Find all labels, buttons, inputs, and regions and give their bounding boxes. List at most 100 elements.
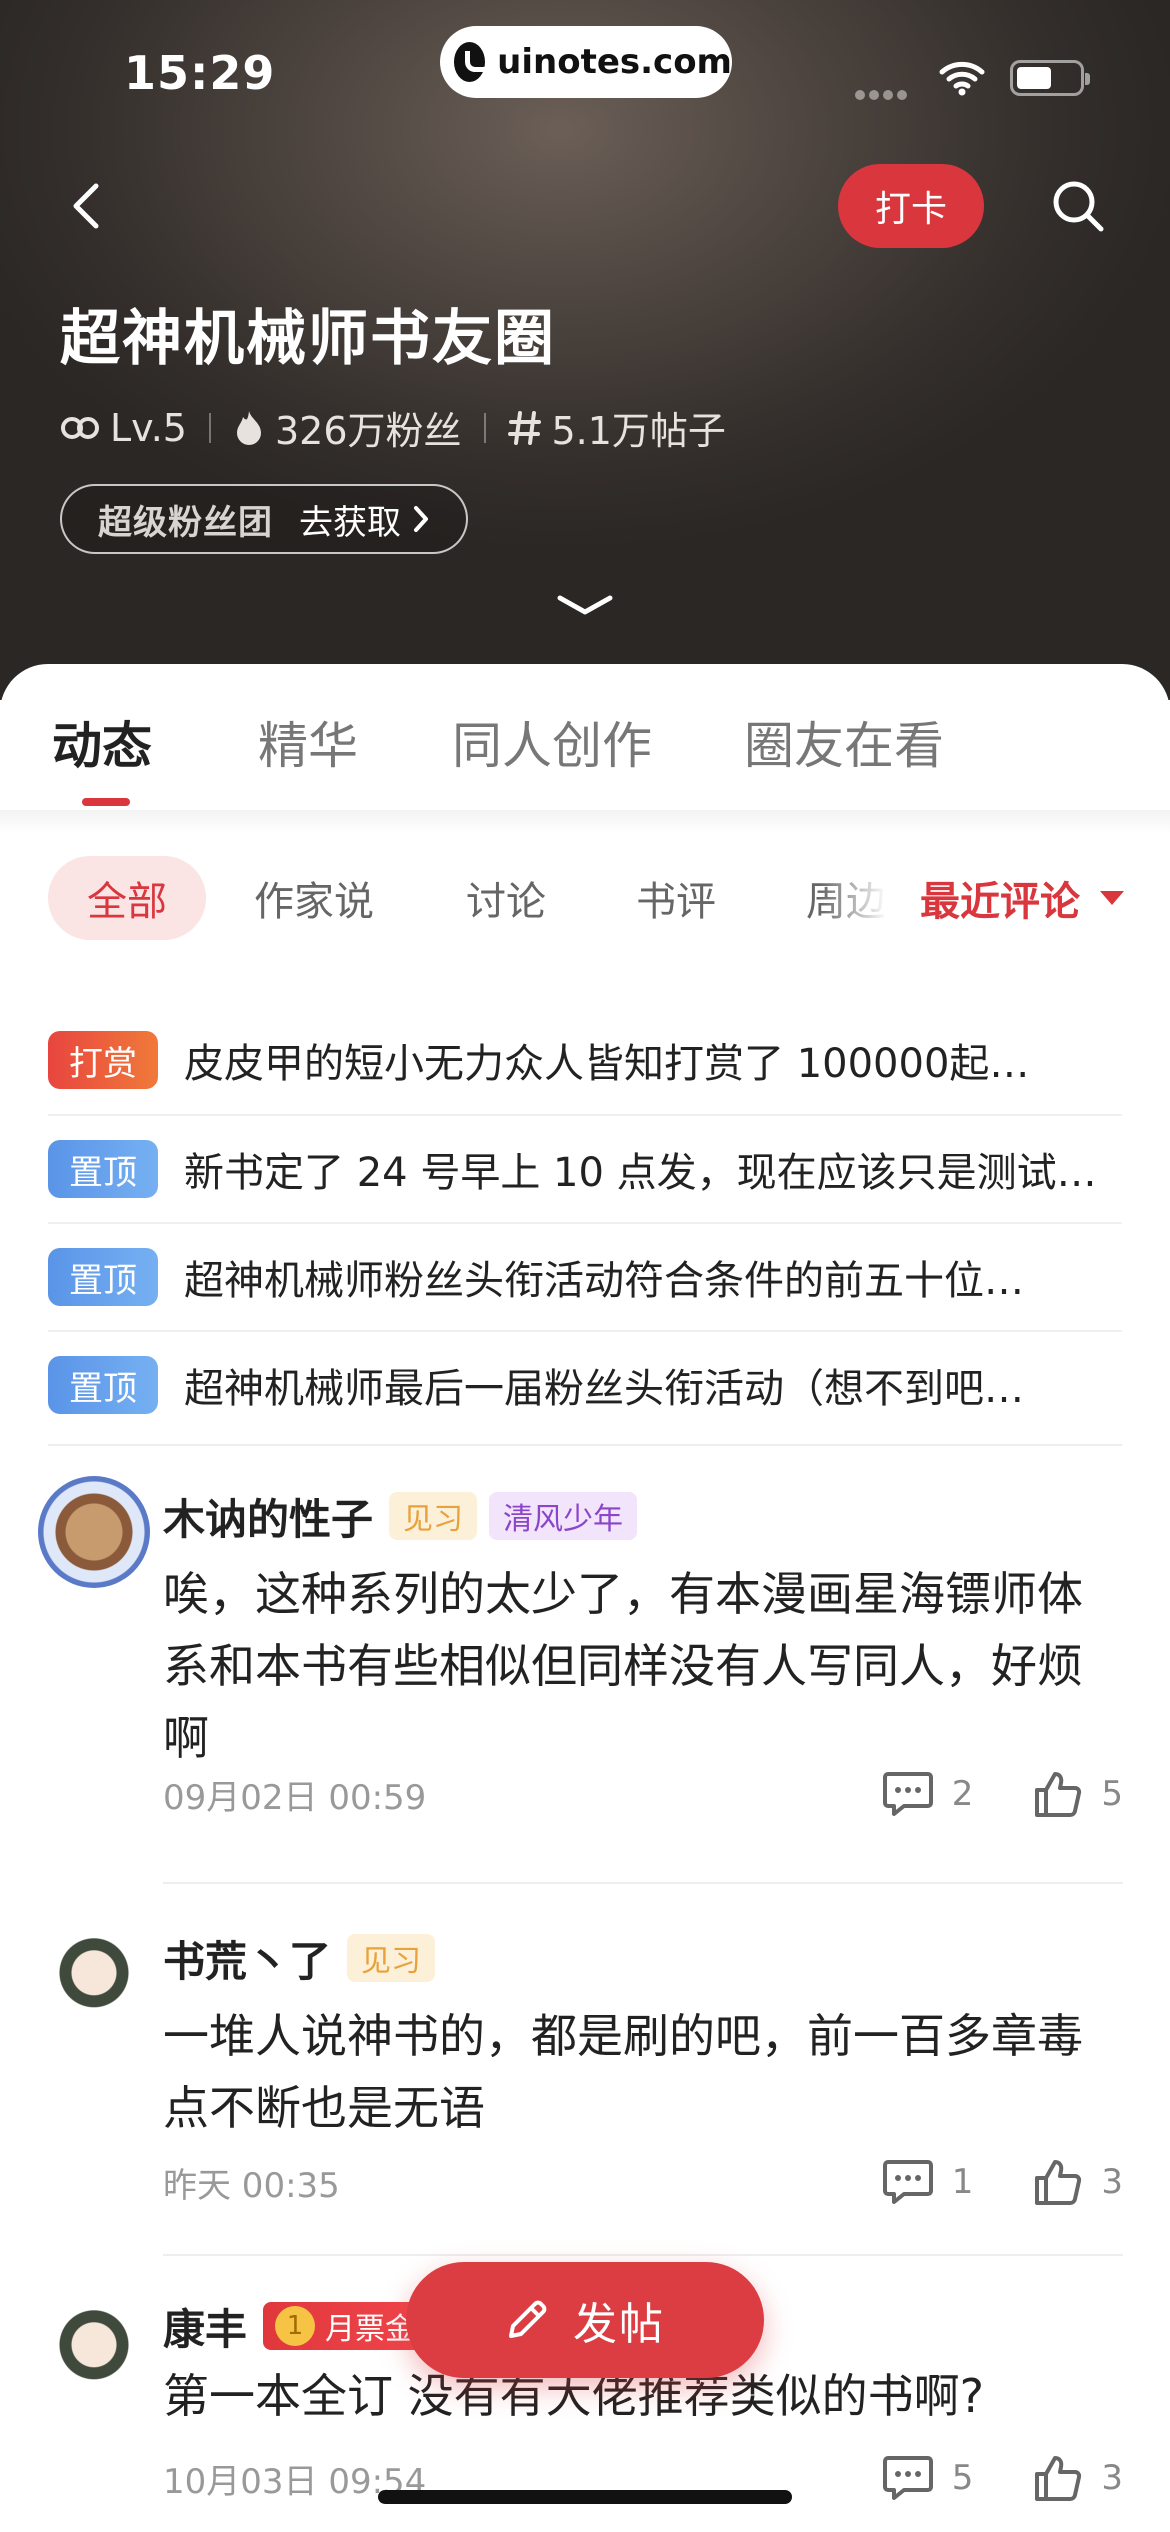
pinned-list: 打赏 皮皮甲的短小无力众人皆知打赏了 100000起… 置顶 新书定了 24 号… [48,1006,1122,1438]
pinned-tag: 置顶 [48,1140,158,1198]
pinned-tag: 置顶 [48,1248,158,1306]
like-button[interactable]: 3 [1033,2454,1123,2502]
post-actions: 2 5 [882,1764,1123,1824]
pinned-item[interactable]: 置顶 超神机械师最后一届粉丝头衔活动（想不到吧… [48,1330,1122,1438]
post-header: 书荒丶了 见习 [163,1928,447,1988]
sort-label: 最近评论 [920,879,1080,925]
username[interactable]: 书荒丶了 [163,1928,331,1989]
post-time: 昨天 00:35 [163,2165,340,2206]
pinned-item[interactable]: 置顶 超神机械师粉丝头衔活动符合条件的前五十位… [48,1222,1122,1330]
like-count: 5 [1101,1774,1123,1814]
post-actions: 1 3 [882,2152,1123,2212]
comment-count: 5 [951,2458,974,2498]
tab-featured[interactable]: 精华 [258,706,358,778]
title-badge: 清风少年 [489,1492,638,1540]
pinned-tag: 置顶 [48,1356,158,1414]
level-badge: 见习 [347,1934,436,1982]
fans-stat: 326万粉丝 [233,400,462,455]
flame-icon [236,410,261,445]
circle-stats: Lv.5 326万粉丝 5.1万帖子 [60,400,726,455]
fans-text: 326万粉丝 [274,409,462,453]
avatar[interactable] [38,1476,150,1588]
pinned-text: 皮皮甲的短小无力众人皆知打赏了 100000起… [184,1041,1030,1087]
hash-icon [507,410,541,445]
fan-club-label: 超级粉丝团 [98,502,273,543]
chevron-right-icon [414,506,428,532]
chevron-down-icon[interactable] [556,592,614,618]
like-count: 3 [1101,2458,1123,2498]
post-actions: 5 3 [882,2448,1123,2508]
circle-header: 15:29 uinotes.com 打卡 超神机械师书友圈 Lv.5 326万粉… [0,0,1170,700]
search-icon[interactable] [1048,176,1108,236]
fan-club-cta: 去获取 [299,502,401,543]
tab-dynamics[interactable]: 动态 [52,706,152,778]
post-content: 一堆人说神书的，都是刷的吧，前一百多章毒点不断也是无语 [163,2009,1083,2135]
pinned-text: 超神机械师粉丝头衔活动符合条件的前五十位… [184,1258,1024,1304]
monthly-ticket-badge: 1 月票金 [263,2302,430,2350]
filter-chip-author[interactable]: 作家说 [254,856,374,940]
comment-count: 1 [951,2162,974,2202]
tab-fan-creations[interactable]: 同人创作 [452,706,652,778]
comment-button[interactable]: 2 [882,1770,974,1818]
comment-button[interactable]: 1 [882,2158,974,2206]
cellular-signal-icon [855,85,911,104]
post-header: 木讷的性子 见习 清风少年 [163,1486,649,1546]
comment-icon [882,2456,933,2500]
filter-chip-all[interactable]: 全部 [48,856,206,940]
home-indicator [378,2490,792,2504]
level-stat: Lv.5 [60,406,187,450]
username[interactable]: 木讷的性子 [163,1486,373,1547]
comment-count: 2 [951,1774,974,1814]
filter-chip-review[interactable]: 书评 [636,856,716,940]
post-meta: 昨天 00:35 1 3 [163,2152,1123,2212]
pinned-item[interactable]: 打赏 皮皮甲的短小无力众人皆知打赏了 100000起… [48,1006,1122,1114]
url-pill[interactable]: uinotes.com [440,26,732,98]
tab-circle-reading[interactable]: 圈友在看 [744,706,944,778]
pencil-icon [509,2300,547,2338]
tab-bar-shadow [0,810,1170,834]
thumbs-up-icon [1035,2456,1082,2501]
pinned-text: 超神机械师最后一届粉丝头衔活动（想不到吧… [184,1366,1024,1412]
pinned-text: 新书定了 24 号早上 10 点发，现在应该只是测试… [184,1150,1097,1196]
like-button[interactable]: 5 [1033,1770,1123,1818]
caret-down-icon [1100,891,1124,905]
avatar[interactable] [38,2300,150,2412]
comment-icon [882,1772,933,1816]
level-icon [61,416,99,439]
comment-icon [882,2160,933,2204]
status-bar: 15:29 uinotes.com [0,0,1170,140]
post-divider [163,2254,1123,2256]
post-divider [163,1882,1123,1884]
level-text: Lv.5 [110,405,187,450]
new-post-label: 发帖 [573,2299,665,2350]
url-text: uinotes.com [497,42,732,82]
posts-stat: 5.1万帖子 [507,400,726,455]
post-meta: 09月02日 00:59 2 5 [163,1764,1123,1824]
status-time: 15:29 [124,46,276,100]
monthly-ticket-label: 月票金 [325,2312,416,2347]
page-title: 超神机械师书友圈 [60,304,556,374]
wifi-icon [939,61,985,96]
chip-fade [820,856,916,940]
filter-chips: 全部 作家说 讨论 书评 周边 最近评论 [0,856,1170,940]
checkin-button[interactable]: 打卡 [838,164,984,248]
medal-icon: 1 [275,2306,316,2346]
new-post-button[interactable]: 发帖 [406,2262,764,2378]
section-divider [48,1444,1122,1446]
level-badge: 见习 [389,1492,478,1540]
sort-dropdown[interactable]: 最近评论 [920,856,1124,940]
comment-button[interactable]: 5 [882,2454,974,2502]
avatar[interactable] [38,1928,150,2040]
thumbs-up-icon [1035,2160,1082,2205]
back-icon[interactable] [60,178,116,234]
stat-divider [483,412,486,443]
pinned-item[interactable]: 置顶 新书定了 24 号早上 10 点发，现在应该只是测试… [48,1114,1122,1222]
filter-chip-discussion[interactable]: 讨论 [466,856,546,940]
like-count: 3 [1101,2162,1123,2202]
fan-club-button[interactable]: 超级粉丝团 去获取 [60,484,468,554]
reward-tag: 打赏 [48,1031,158,1089]
like-button[interactable]: 3 [1033,2158,1123,2206]
tab-active-indicator [82,798,130,806]
username[interactable]: 康丰 [163,2296,247,2357]
tab-bar: 动态 精华 同人创作 圈友在看 [0,664,1170,810]
